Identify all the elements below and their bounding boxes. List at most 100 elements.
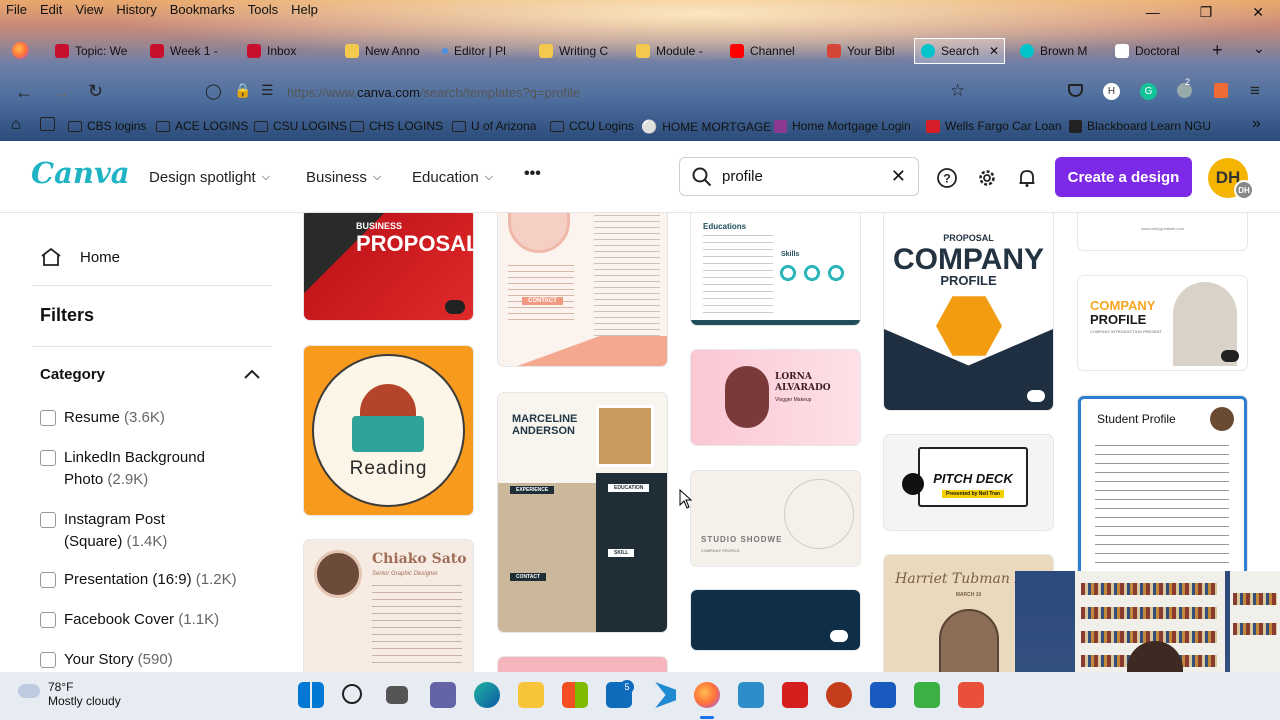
template-education-resume[interactable]: Educations Skills: [691, 213, 860, 325]
bookmark-ccu[interactable]: CCU Logins: [550, 119, 634, 133]
more-menu-icon[interactable]: •••: [524, 165, 541, 183]
bookmark-csu[interactable]: CSU LOGINS: [254, 119, 347, 133]
task-view-icon[interactable]: [386, 686, 408, 704]
template-pitch-deck[interactable]: PITCH DECK Presented by Neil Tran: [884, 435, 1053, 530]
checkbox[interactable]: [40, 512, 56, 528]
forward-icon[interactable]: →: [52, 82, 70, 103]
checkbox[interactable]: [40, 612, 56, 628]
honey-icon[interactable]: H: [1103, 83, 1120, 100]
more-bookmarks-icon[interactable]: »: [1252, 115, 1261, 133]
template-lorna-alvarado[interactable]: LORNA ALVARADO Vlogger Makeup: [691, 350, 860, 445]
template-company-profile[interactable]: PROPOSAL COMPANY PROFILE: [884, 213, 1053, 410]
template-reading[interactable]: Reading: [304, 346, 473, 515]
tab-module[interactable]: Module -: [636, 38, 711, 64]
menu-history[interactable]: History: [116, 2, 156, 17]
chevron-up-icon[interactable]: [243, 368, 261, 380]
bookmark-mortgage-login[interactable]: Home Mortgage Login: [774, 119, 911, 133]
category-heading[interactable]: Category: [40, 366, 105, 383]
template-business-proposal[interactable]: BUSINESS PROPOSAL: [304, 213, 473, 320]
tab-new-announcement[interactable]: New Anno: [345, 38, 420, 64]
bookmark-uofa[interactable]: U of Arizona: [452, 119, 536, 133]
bookmark-blackboard[interactable]: Blackboard Learn NGU: [1069, 119, 1211, 133]
shield-icon[interactable]: ◯: [205, 82, 222, 100]
tab-doctoral[interactable]: Doctoral: [1115, 38, 1190, 64]
pocket-icon[interactable]: [1068, 84, 1083, 97]
permissions-icon[interactable]: ☰: [261, 82, 274, 99]
create-design-button[interactable]: Create a design: [1055, 157, 1192, 197]
vscode-icon[interactable]: [655, 682, 676, 708]
menu-help[interactable]: Help: [291, 2, 318, 17]
template-studio-shodwe[interactable]: STUDIO SHODWE COMPANY PROFILE: [691, 471, 860, 566]
checkbox[interactable]: [40, 410, 56, 426]
filter-presentation[interactable]: Presentation (16:9) (1.2K): [40, 569, 237, 591]
template-student-profile[interactable]: Student Profile: [1078, 396, 1247, 576]
template-resume-pink[interactable]: CONTACT: [498, 213, 667, 366]
tab-channel[interactable]: Channel: [730, 38, 805, 64]
tab-topic[interactable]: Topic: We: [55, 38, 130, 64]
search-input[interactable]: [722, 168, 882, 185]
bookmark-cbs[interactable]: CBS logins: [68, 119, 146, 133]
firefox-icon[interactable]: [12, 42, 29, 59]
star-icon[interactable]: ☆: [950, 81, 965, 101]
restore-icon[interactable]: ❐: [1200, 4, 1213, 21]
avatar[interactable]: DH DH: [1208, 158, 1254, 200]
tab-week1[interactable]: Week 1 -: [150, 38, 225, 64]
tab-inbox[interactable]: Inbox: [247, 38, 322, 64]
filter-your-story[interactable]: Your Story (590): [40, 649, 173, 671]
filter-linkedin[interactable]: LinkedIn Background Photo (2.9K): [40, 447, 240, 491]
tab-search[interactable]: Search ✕: [914, 38, 1005, 64]
gear-icon[interactable]: [977, 168, 997, 188]
lock-icon[interactable]: 🔒: [234, 82, 251, 99]
template-marceline-anderson[interactable]: MARCELINE ANDERSON EXPERIENCE EDUCATION …: [498, 393, 667, 632]
home-link[interactable]: Home: [40, 247, 120, 267]
home-icon[interactable]: ⌂: [11, 116, 21, 134]
bookmark-ace[interactable]: ACE LOGINS: [156, 119, 248, 133]
powerpoint-icon[interactable]: [826, 682, 852, 708]
search-icon[interactable]: [342, 684, 362, 704]
bookmark-home-mortgage[interactable]: ⚪ HOME MORTGAGE: [641, 119, 771, 135]
close-tab-icon[interactable]: ✕: [989, 44, 999, 58]
bell-icon[interactable]: [1017, 168, 1037, 188]
tab-writing[interactable]: Writing C: [539, 38, 614, 64]
template-top-right[interactable]: www.reallygreatsite.com: [1078, 213, 1247, 250]
tab-brown[interactable]: Brown M: [1020, 38, 1095, 64]
grammarly-icon[interactable]: G: [1140, 83, 1157, 100]
checkbox[interactable]: [40, 572, 56, 588]
template-navy-presentation[interactable]: [691, 590, 860, 650]
menu-edit[interactable]: Edit: [40, 2, 62, 17]
filter-resume[interactable]: Resume (3.6K): [40, 407, 165, 429]
template-company-profile-2[interactable]: COMPANY PROFILE COMPANY INTRODUCTION PRE…: [1078, 276, 1247, 370]
minimize-icon[interactable]: —: [1146, 4, 1160, 21]
nav-design-spotlight[interactable]: Design spotlight ⌵: [149, 169, 270, 186]
menu-tools[interactable]: Tools: [248, 2, 278, 17]
help-icon[interactable]: ?: [937, 168, 957, 188]
menu-file[interactable]: File: [6, 2, 27, 17]
acrobat-icon[interactable]: [782, 682, 808, 708]
teams-icon[interactable]: [738, 682, 764, 708]
firefox-icon[interactable]: [694, 682, 720, 708]
nav-business[interactable]: Business ⌵: [306, 169, 381, 186]
chat-icon[interactable]: [430, 682, 456, 708]
checkbox[interactable]: [40, 652, 56, 668]
reload-icon[interactable]: ↻: [88, 81, 103, 102]
edge-icon[interactable]: [474, 682, 500, 708]
checkbox[interactable]: [40, 450, 56, 466]
clip-extension-icon[interactable]: [1214, 83, 1228, 98]
filter-facebook-cover[interactable]: Facebook Cover (1.1K): [40, 609, 219, 631]
menu-view[interactable]: View: [75, 2, 103, 17]
back-icon[interactable]: ←: [15, 82, 33, 103]
filter-instagram[interactable]: Instagram Post (Square) (1.4K): [40, 509, 200, 553]
windows-start-icon[interactable]: [298, 682, 324, 708]
template-pink-bottom[interactable]: [498, 657, 667, 672]
bookmark-wells-fargo[interactable]: Wells Fargo Car Loan: [926, 119, 1062, 133]
new-tab-icon[interactable]: +: [1212, 40, 1223, 61]
clear-search-icon[interactable]: ✕: [891, 166, 906, 187]
tab-list-icon[interactable]: ⌄: [1253, 40, 1265, 57]
store-icon[interactable]: [562, 682, 588, 708]
camtasia-icon[interactable]: [958, 682, 984, 708]
close-window-icon[interactable]: ✕: [1252, 4, 1264, 21]
file-explorer-icon[interactable]: [518, 682, 544, 708]
canva-logo[interactable]: Canva: [31, 156, 130, 190]
menu-bookmarks[interactable]: Bookmarks: [170, 2, 235, 17]
word-icon[interactable]: [870, 682, 896, 708]
